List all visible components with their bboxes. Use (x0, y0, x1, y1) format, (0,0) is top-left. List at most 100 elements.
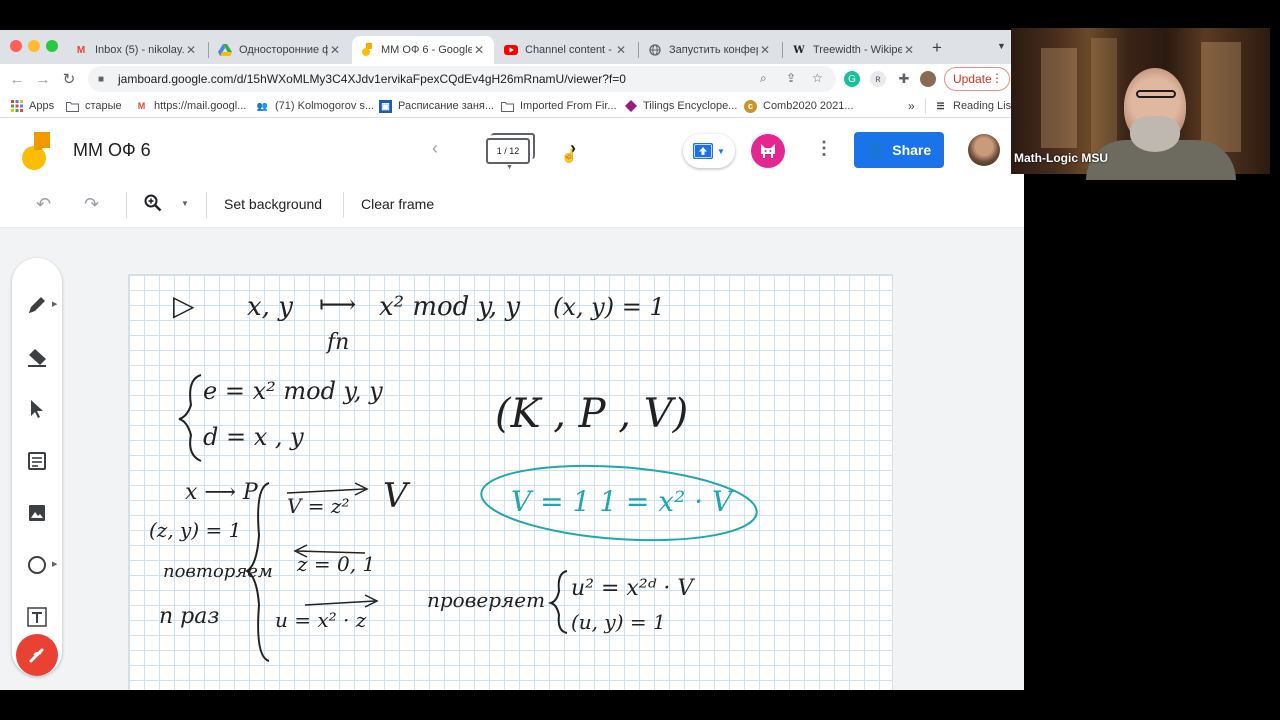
minimize-window-icon[interactable] (28, 40, 40, 52)
share-button[interactable]: 👤 Share (854, 132, 944, 168)
drive-icon (218, 43, 232, 57)
tab-conference[interactable]: Запустить конфер ✕ (640, 36, 780, 64)
bookmark-folder-old[interactable]: старые (66, 98, 122, 114)
zoom-icon[interactable]: ⌕ (760, 71, 767, 86)
speaker-beard (1130, 116, 1180, 152)
more-bookmarks-icon[interactable]: » (908, 98, 915, 114)
tab-search-icon[interactable]: ▼ (997, 41, 1006, 51)
frame-expand-icon[interactable]: ▼ (506, 164, 513, 171)
close-tab-icon[interactable]: ✕ (472, 43, 486, 57)
bottom-black-bar (0, 690, 1280, 720)
jamboard-canvas[interactable]: ▷ x, y ⟼ fn x² mod y, y (x, y) = 1 e = x… (128, 274, 893, 690)
share-page-icon[interactable]: ⇪ (786, 71, 796, 85)
bookmark-label: Imported From Fir... (520, 100, 617, 112)
cat-icon (761, 144, 775, 158)
tab-jamboard[interactable]: ММ ОФ 6 - Google ✕ (352, 36, 494, 64)
share-person-icon: 👤 (866, 141, 885, 158)
tab-label: Запустить конфер (669, 44, 758, 56)
update-label: Update (953, 72, 992, 86)
present-dropdown-icon: ▼ (717, 146, 725, 156)
xy-text: x, y (247, 292, 293, 322)
frame-counter[interactable]: 1 / 12 (486, 138, 530, 164)
close-tab-icon[interactable]: ✕ (902, 43, 916, 57)
triangle-mark: ▷ (173, 289, 195, 322)
jam-title[interactable]: ММ ОФ 6 (73, 140, 151, 161)
close-window-icon[interactable] (10, 40, 22, 52)
tab-drive[interactable]: Односторонние фу ✕ (210, 36, 350, 64)
reading-list-icon: ☰ (936, 100, 945, 111)
bookmark-star-icon[interactable]: ☆ (812, 71, 823, 85)
jam-action-bar: ↶ ↷ ▼ Set background Clear frame (0, 182, 1024, 228)
more-options-icon[interactable]: ⋮ (815, 138, 833, 159)
update-button[interactable]: Update ⋮ (944, 67, 1010, 91)
bookmark-schedule[interactable]: ▣ Расписание заня... (379, 98, 494, 114)
eraser-icon[interactable] (22, 342, 52, 372)
image-icon[interactable] (22, 498, 52, 528)
profile-avatar[interactable] (920, 71, 936, 87)
grammarly-icon[interactable]: G (844, 71, 860, 87)
pen-submenu-icon: ▶ (52, 301, 58, 308)
back-icon[interactable]: ← (5, 67, 29, 91)
e-definition: e = x² mod y, y (203, 377, 383, 405)
undo-icon[interactable]: ↶ (36, 194, 51, 215)
bookmark-label: Расписание заня... (398, 100, 495, 112)
text-box-icon[interactable] (22, 602, 52, 632)
redo-icon[interactable]: ↷ (84, 194, 99, 215)
bookmark-apps[interactable]: Apps (10, 98, 54, 114)
select-arrow-icon[interactable] (22, 394, 52, 424)
jamboard-icon (360, 43, 374, 57)
bookmark-label: (71) Kolmogorov s... (275, 100, 375, 112)
extension-icon[interactable]: ʀ (870, 71, 886, 87)
bookmark-tilings[interactable]: Tilings Encyclope... (624, 98, 737, 114)
close-tab-icon[interactable]: ✕ (184, 43, 198, 57)
prev-frame-icon[interactable]: ‹ (432, 138, 438, 159)
tab-label: Channel content - Y (525, 44, 614, 56)
bookmark-kolmogorov[interactable]: 👥 (71) Kolmogorov s... (256, 98, 374, 114)
brace-v-symbol: V (383, 476, 411, 516)
folder-icon (501, 100, 514, 113)
close-tab-icon[interactable]: ✕ (328, 43, 342, 57)
sticky-note-icon[interactable] (22, 446, 52, 476)
clear-frame-button[interactable]: Clear frame (361, 196, 434, 212)
zoom-in-icon[interactable] (144, 194, 162, 217)
set-background-button[interactable]: Set background (224, 196, 322, 212)
collaborator-avatar[interactable] (751, 134, 785, 168)
bookmark-imported[interactable]: Imported From Fir... (501, 98, 617, 114)
address-bar[interactable]: ■ jamboard.google.com/d/15hWXoMLMy3C4XJd… (88, 66, 836, 92)
check-equation: u² = x²ᵈ · V (571, 576, 695, 601)
present-button[interactable]: ▼ (683, 134, 735, 168)
reading-list-label: Reading List (953, 100, 1015, 112)
user-avatar[interactable] (968, 134, 1000, 166)
new-tab-icon[interactable]: + (932, 38, 942, 58)
frame-counter-text: 1 / 12 (496, 146, 520, 156)
zoom-window-icon[interactable] (46, 40, 58, 52)
puzzle-icon[interactable]: ✚ (896, 71, 912, 87)
tab-label: Односторонние фу (239, 44, 328, 56)
bookmark-gmail[interactable]: M https://mail.googl... (135, 98, 247, 114)
tab-wikipedia[interactable]: W Treewidth - Wikipe ✕ (784, 36, 924, 64)
tool-rail: ▶ ▶ (12, 258, 62, 676)
map-expr: x² mod y, y (379, 292, 520, 322)
bookmark-comb[interactable]: c Comb2020 2021... (744, 98, 854, 114)
maps-to-arrow: ⟼ (319, 290, 356, 320)
mouse-cursor-icon: ☝ (561, 148, 578, 163)
pen-icon[interactable]: ▶ (22, 290, 57, 320)
jamboard-header: ММ ОФ 6 ‹ 1 / 12 ▼ › ☝ ▼ ⋮ 👤 Share (0, 118, 1024, 182)
tab-youtube[interactable]: Channel content - Y ✕ (496, 36, 636, 64)
bookmarks-bar: Apps старые M https://mail.googl... 👥 (7… (0, 94, 1024, 118)
circle-shape-icon[interactable]: ▶ (22, 550, 57, 580)
close-tab-icon[interactable]: ✕ (614, 43, 628, 57)
close-tab-icon[interactable]: ✕ (758, 43, 772, 57)
forward-icon[interactable]: → (31, 67, 55, 91)
note-n-times: n раз (159, 604, 219, 629)
reload-icon[interactable]: ↻ (57, 67, 81, 91)
share-label: Share (892, 142, 932, 158)
reading-list-button[interactable]: ☰ Reading List (934, 98, 1014, 114)
laser-pointer-icon[interactable] (16, 634, 58, 676)
tab-inbox[interactable]: M Inbox (5) - nikolay.v ✕ (66, 36, 206, 64)
jamboard-logo-icon[interactable] (22, 132, 50, 170)
people-icon: 👥 (256, 100, 269, 111)
zoom-dropdown-icon[interactable]: ▼ (181, 199, 189, 208)
youtube-icon (504, 43, 518, 57)
lock-icon: ■ (98, 73, 105, 85)
